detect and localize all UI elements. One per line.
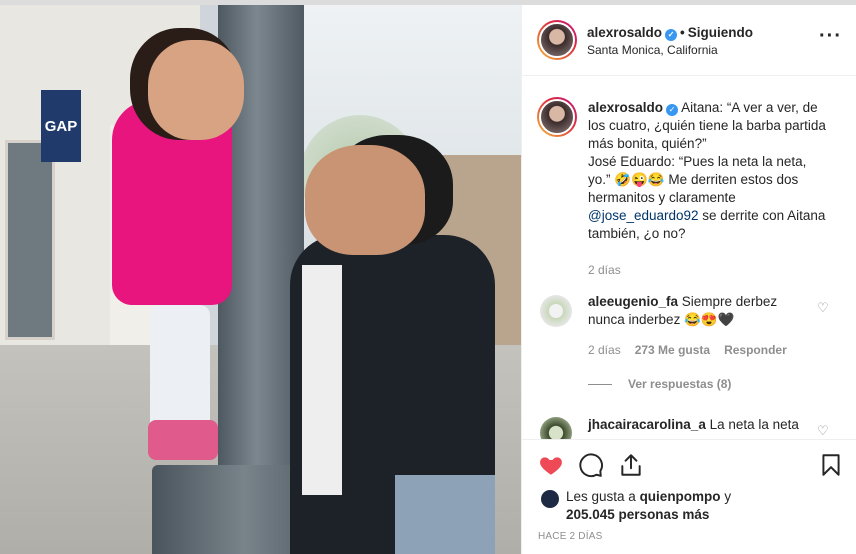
gap-store-sign: GAP: [41, 90, 81, 162]
more-options-icon[interactable]: ···: [819, 26, 842, 46]
caption-avatar[interactable]: [537, 97, 577, 137]
comment-like-icon[interactable]: ♡: [817, 301, 829, 314]
comment-text: jhacairacarolina_a La neta la neta: [588, 416, 803, 434]
share-icon[interactable]: [618, 452, 644, 478]
caption-username[interactable]: alexrosaldo: [588, 100, 663, 115]
comment-like-icon[interactable]: ♡: [817, 424, 829, 437]
author-avatar[interactable]: [537, 20, 577, 60]
author-line: alexrosaldo ✓ • Siguiendo: [587, 25, 754, 41]
comment-avatar[interactable]: [540, 295, 572, 327]
view-replies-button[interactable]: Ver respuestas (8): [588, 377, 731, 391]
caption-time[interactable]: 2 días: [588, 263, 621, 277]
likes-summary: Les gusta a quienpompo y 205.045 persona…: [566, 489, 732, 522]
comment-time[interactable]: 2 días: [588, 343, 621, 357]
comment-username[interactable]: jhacairacarolina_a: [588, 417, 706, 432]
comment-body: La neta la neta: [705, 417, 799, 432]
comment-avatar[interactable]: [540, 417, 572, 439]
liker-avatar[interactable]: [541, 490, 559, 508]
caption-mention-link[interactable]: @jose_eduardo92: [588, 208, 699, 223]
liker-username[interactable]: quienpompo: [640, 489, 721, 504]
comments-list[interactable]: alexrosaldo ✓ Aitana: “A ver a ver, de lo…: [522, 77, 856, 439]
post-photo[interactable]: GAP: [0, 5, 521, 554]
post-actions: Les gusta a quienpompo y 205.045 persona…: [522, 439, 856, 554]
post-location[interactable]: Santa Monica, California: [587, 43, 718, 57]
likes-count-button[interactable]: 205.045 personas más: [566, 507, 709, 522]
verified-badge-icon: ✓: [666, 104, 679, 116]
follow-status-button[interactable]: Siguiendo: [688, 25, 753, 40]
comment-meta: 2 días 273 Me gusta Responder: [588, 343, 801, 357]
comment-bubble-icon[interactable]: [578, 452, 604, 478]
post-header: alexrosaldo ✓ • Siguiendo Santa Monica, Cal…: [522, 5, 856, 76]
comment-text: aleeugenio_fa Siempre derbez nunca inder…: [588, 293, 803, 329]
caption-line-2: José Eduardo: “Pues la neta la neta, yo.…: [588, 154, 807, 205]
verified-badge-icon: ✓: [665, 29, 678, 41]
comment-likes[interactable]: 273 Me gusta: [635, 343, 710, 357]
comment-username[interactable]: aleeugenio_fa: [588, 294, 678, 309]
author-username[interactable]: alexrosaldo: [587, 25, 662, 40]
save-bookmark-icon[interactable]: [818, 452, 844, 478]
like-heart-icon[interactable]: [538, 452, 564, 478]
post-timestamp[interactable]: HACE 2 DÍAS: [538, 531, 602, 542]
post-side-panel: alexrosaldo ✓ • Siguiendo Santa Monica, Cal…: [521, 5, 856, 554]
reply-button[interactable]: Responder: [724, 343, 787, 357]
